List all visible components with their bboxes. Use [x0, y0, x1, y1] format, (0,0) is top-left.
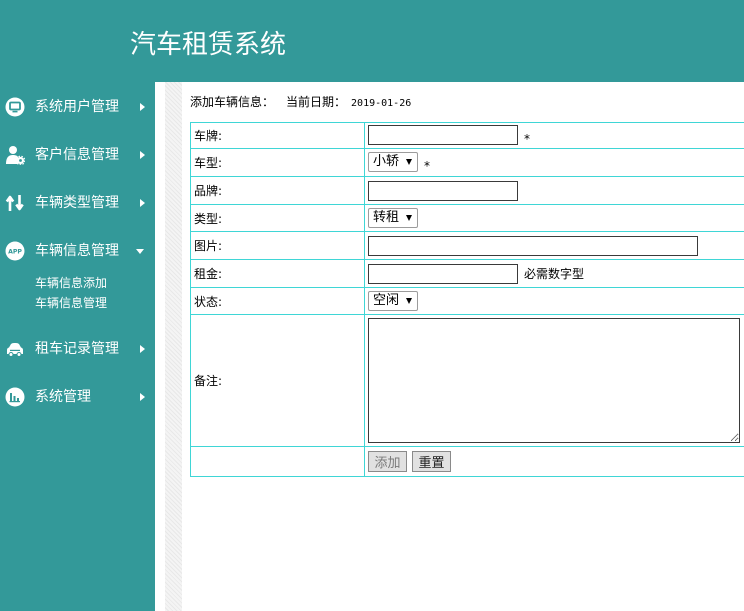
main-content: 添加车辆信息： 当前日期： 2019-01-26 车牌: * 车型: 小轿 * 品牌:…	[155, 82, 744, 611]
status-select-value: 空闲	[373, 293, 400, 308]
rent-hint: 必需数字型	[524, 267, 585, 281]
brand-input[interactable]	[368, 180, 518, 201]
sidebar-item-label: 客户信息管理	[35, 147, 119, 163]
dropdown-arrow-icon	[406, 159, 412, 166]
sidebar-item-label: 系统用户管理	[35, 99, 119, 115]
sidebar-item-vehicle-info[interactable]: APP 车辆信息管理	[0, 227, 155, 275]
chevron-right-icon	[140, 393, 145, 401]
rent-input[interactable]	[368, 263, 518, 284]
sidebar-item-label: 车辆类型管理	[35, 195, 119, 211]
chevron-right-icon	[140, 199, 145, 207]
sidebar-item-label: 车辆信息管理	[35, 243, 119, 259]
add-button[interactable]: 添加	[368, 451, 407, 472]
swap-arrows-icon	[5, 193, 25, 213]
plate-label: 车牌:	[190, 122, 365, 149]
date-label: 当前日期：	[286, 95, 347, 109]
app-header: 汽车租赁系统	[0, 0, 744, 82]
car-icon	[5, 339, 25, 359]
monitor-icon	[5, 97, 25, 117]
form-row-remark: 备注:	[190, 314, 744, 447]
sidebar-item-vehicle-types[interactable]: 车辆类型管理	[0, 179, 155, 227]
plate-input[interactable]	[368, 125, 518, 146]
sidebar-item-rental-records[interactable]: 租车记录管理	[0, 325, 155, 373]
form-row-model: 车型: 小轿 *	[190, 148, 744, 177]
remark-textarea[interactable]	[368, 318, 740, 443]
rent-label: 租金:	[190, 259, 365, 288]
sidebar-item-customers[interactable]: 客户信息管理	[0, 131, 155, 179]
form-row-rent: 租金: 必需数字型	[190, 259, 744, 288]
type-select[interactable]: 转租	[368, 208, 418, 228]
brand-label: 品牌:	[190, 176, 365, 205]
form-row-brand: 品牌:	[190, 176, 744, 205]
chevron-right-icon	[140, 345, 145, 353]
current-date: 2019-01-26	[351, 98, 412, 109]
dropdown-arrow-icon	[406, 215, 412, 221]
required-mark: *	[424, 158, 430, 173]
page-heading: 添加车辆信息： 当前日期： 2019-01-26	[190, 95, 411, 111]
panel-divider	[165, 82, 182, 611]
required-mark: *	[524, 131, 530, 146]
submenu-item-vehicle-add[interactable]: 车辆信息添加	[0, 273, 155, 293]
status-select[interactable]: 空闲	[368, 291, 418, 311]
form-row-image: 图片:	[190, 231, 744, 260]
form-row-actions: 添加 重置	[190, 446, 744, 477]
model-select-value: 小轿	[373, 154, 400, 170]
bar-chart-icon	[5, 387, 25, 407]
chevron-down-icon	[136, 249, 144, 254]
image-label: 图片:	[190, 231, 365, 260]
reset-button[interactable]: 重置	[412, 451, 451, 472]
sidebar-item-label: 租车记录管理	[35, 341, 119, 357]
user-gear-icon	[5, 145, 25, 165]
submenu-item-vehicle-manage[interactable]: 车辆信息管理	[0, 293, 155, 313]
chevron-right-icon	[140, 103, 145, 111]
sidebar-item-system-users[interactable]: 系统用户管理	[0, 83, 155, 131]
form-row-status: 状态: 空闲	[190, 287, 744, 315]
remark-label: 备注:	[190, 314, 365, 447]
dropdown-arrow-icon	[406, 298, 412, 304]
form-row-plate: 车牌: *	[190, 122, 744, 149]
app-icon-text: APP	[8, 248, 22, 255]
chevron-right-icon	[140, 151, 145, 159]
form-row-type: 类型: 转租	[190, 204, 744, 232]
model-select[interactable]: 小轿	[368, 152, 418, 173]
type-label: 类型:	[190, 204, 365, 232]
status-label: 状态:	[190, 287, 365, 315]
sidebar-item-label: 系统管理	[35, 389, 91, 405]
vehicle-form: 车牌: * 车型: 小轿 * 品牌: 类型: 转租 图片: 租金: 必需数字型 …	[190, 122, 744, 477]
sidebar: 系统用户管理 客户信息管理 车辆类型管理 APP 车辆信息管理 车辆信息添加 车…	[0, 83, 155, 611]
submenu-vehicle-info: 车辆信息添加 车辆信息管理	[0, 273, 155, 325]
app-icon: APP	[5, 241, 25, 261]
sidebar-item-system[interactable]: 系统管理	[0, 373, 155, 421]
app-title: 汽车租赁系统	[130, 30, 287, 60]
type-select-value: 转租	[373, 210, 400, 225]
page-title: 添加车辆信息：	[190, 95, 275, 109]
image-input[interactable]	[368, 235, 698, 256]
model-label: 车型:	[190, 148, 365, 177]
